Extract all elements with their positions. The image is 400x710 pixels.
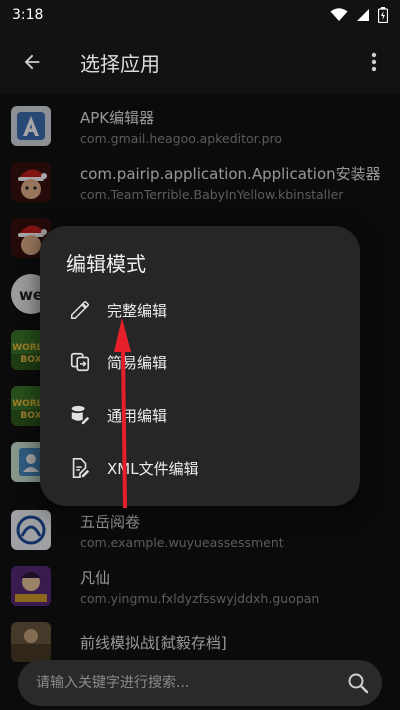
signal-icon [357,9,369,21]
file-edit-icon [68,456,92,480]
search-input[interactable] [36,660,336,706]
menu-item-label: 通用编辑 [107,406,168,425]
menu-item-general-edit[interactable]: 通用编辑 [40,390,360,440]
more-vert-icon [371,52,377,72]
battery-icon [378,7,388,23]
pencil-icon [68,298,92,322]
page-title: 选择应用 [80,51,160,76]
back-button[interactable] [4,34,60,90]
menu-item-xml-edit[interactable]: XML文件编辑 [40,443,360,493]
edit-mode-dialog: 编辑模式 完整编辑 简易编辑 通用编辑 XML文件编辑 [40,226,360,506]
database-edit-icon [68,403,92,427]
status-time: 3:18 [12,7,44,23]
search-bar [18,660,382,706]
status-bar: 3:18 [0,0,400,30]
menu-item-full-edit[interactable]: 完整编辑 [40,285,360,335]
wifi-icon [330,8,348,21]
menu-item-label: 简易编辑 [107,353,168,372]
more-options-button[interactable] [354,34,394,90]
menu-item-simple-edit[interactable]: 简易编辑 [40,337,360,387]
menu-item-label: XML文件编辑 [107,459,199,478]
menu-item-label: 完整编辑 [107,301,168,320]
app-bar: 选择应用 [0,30,400,94]
arrow-back-icon [24,54,40,70]
search-icon[interactable] [346,671,370,695]
copy-swap-icon [68,350,92,374]
dialog-title: 编辑模式 [66,252,146,276]
status-icons [330,7,388,23]
